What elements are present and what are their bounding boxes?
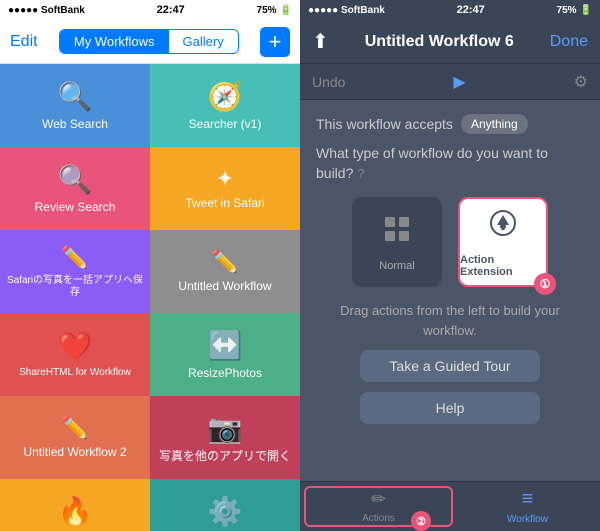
- workflow-label: Safariの写真を一括アプリへ保存: [0, 275, 150, 299]
- camera-icon: 📷: [208, 412, 243, 445]
- bottom-tab-bar: ✏ Actions ② ≡ Workflow: [300, 481, 600, 531]
- workflow-tab[interactable]: ≡ Workflow: [455, 482, 600, 531]
- content-area: This workflow accepts Anything What type…: [300, 100, 600, 481]
- pencil-icon: ✏️: [61, 245, 88, 271]
- segmented-control: My Workflows Gallery: [59, 29, 239, 54]
- status-bar-left: ●●●●● SoftBank 22:47 75% 🔋: [0, 0, 300, 20]
- question-text: What type of workflow do you want to bui…: [316, 145, 548, 181]
- list-item[interactable]: ✏️ Untitled Workflow 2: [0, 396, 150, 479]
- undo-bar: Undo ▶ ⚙: [300, 64, 600, 100]
- status-bar-right: ●●●●● SoftBank 22:47 75% 🔋: [300, 0, 600, 20]
- left-panel: ●●●●● SoftBank 22:47 75% 🔋 Edit My Workf…: [0, 0, 300, 531]
- carrier-right: ●●●●● SoftBank: [308, 5, 385, 16]
- actions-icon: ✏: [371, 489, 386, 510]
- badge-2: ②: [411, 511, 431, 531]
- gear-icon: ⚙️: [208, 495, 243, 528]
- list-item[interactable]: 🔥 Photos to GIF: [0, 479, 150, 531]
- nav-bar-left: Edit My Workflows Gallery +: [0, 20, 300, 64]
- search-icon: 🔍: [58, 80, 93, 113]
- workflow-label: Tweet in Safari: [179, 196, 270, 210]
- normal-icon: [381, 213, 413, 252]
- list-item[interactable]: 🔍 Review Search: [0, 147, 150, 230]
- badge-1: ①: [534, 273, 556, 295]
- add-workflow-button[interactable]: +: [260, 27, 290, 57]
- question-icon: ?: [357, 166, 364, 181]
- workflow-label: Review Search: [29, 200, 122, 214]
- carrier-left: ●●●●● SoftBank: [8, 5, 85, 16]
- battery-icon-right: 🔋: [580, 5, 592, 16]
- accepts-row: This workflow accepts Anything: [316, 114, 584, 134]
- workflow-label: Untitled Workflow 2: [17, 445, 132, 459]
- normal-type-option[interactable]: Normal: [352, 197, 442, 287]
- status-icons-right: 75% 🔋: [557, 5, 592, 16]
- workflow-grid: 🔍 Web Search 🧭 Searcher (v1) 🔍 Review Se…: [0, 64, 300, 531]
- workflow-label: 写真を他のアプリで開く: [153, 449, 297, 463]
- pencil-icon: ✏️: [61, 415, 88, 441]
- list-item[interactable]: ⚙️ 画像をダウンロード: [150, 479, 300, 531]
- my-workflows-tab[interactable]: My Workflows: [60, 30, 169, 53]
- actions-tab-label: Actions: [362, 513, 395, 524]
- help-button[interactable]: Help: [360, 392, 540, 424]
- list-item[interactable]: ↔️ ResizePhotos: [150, 313, 300, 396]
- undo-label[interactable]: Undo: [312, 74, 345, 90]
- resize-icon: ↔️: [208, 329, 243, 362]
- fire-icon: 🔥: [58, 495, 93, 528]
- workflow-label: ShareHTML for Workflow: [13, 367, 137, 379]
- time-right: 22:47: [457, 4, 485, 16]
- battery-pct-left: 75%: [257, 5, 277, 16]
- workflow-icon: ≡: [522, 488, 534, 511]
- share-icon[interactable]: ⬆: [312, 29, 329, 54]
- actions-tab[interactable]: ✏ Actions ②: [304, 486, 453, 527]
- workflow-label: Web Search: [36, 117, 114, 131]
- list-item[interactable]: ✏️ Untitled Workflow: [150, 230, 300, 313]
- battery-pct-right: 75%: [557, 5, 577, 16]
- settings-icon[interactable]: ⚙: [574, 72, 588, 92]
- right-panel: ●●●●● SoftBank 22:47 75% 🔋 ⬆ Untitled Wo…: [300, 0, 600, 531]
- done-button[interactable]: Done: [550, 33, 588, 51]
- gallery-tab[interactable]: Gallery: [169, 30, 238, 53]
- status-icons-left: 75% 🔋: [257, 5, 292, 16]
- action-ext-icon: [487, 207, 519, 246]
- workflow-type-row: Normal Action Extension ①: [316, 197, 584, 287]
- guided-tour-button[interactable]: Take a Guided Tour: [360, 350, 540, 382]
- workflow-title: Untitled Workflow 6: [365, 33, 514, 51]
- compass-icon: 🧭: [208, 80, 243, 113]
- workflow-label: Untitled Workflow: [172, 279, 277, 293]
- sparkle-icon: ✦: [216, 166, 234, 192]
- heart-icon: ❤️: [58, 330, 93, 363]
- search-icon: 🔍: [58, 163, 93, 196]
- anything-badge[interactable]: Anything: [461, 114, 528, 134]
- workflow-tab-label: Workflow: [507, 514, 548, 525]
- question-row: What type of workflow do you want to bui…: [316, 144, 584, 183]
- accepts-text: This workflow accepts: [316, 116, 453, 132]
- edit-button[interactable]: Edit: [10, 33, 38, 51]
- list-item[interactable]: ❤️ ShareHTML for Workflow: [0, 313, 150, 396]
- list-item[interactable]: ✦ Tweet in Safari: [150, 147, 300, 230]
- drag-instructions-text: Drag actions from the left to build your…: [316, 301, 584, 340]
- time-left: 22:47: [157, 4, 185, 16]
- battery-icon-left: 🔋: [280, 5, 292, 16]
- action-ext-label: Action Extension: [460, 254, 546, 278]
- list-item[interactable]: 🧭 Searcher (v1): [150, 64, 300, 147]
- play-button[interactable]: ▶: [453, 72, 465, 92]
- list-item[interactable]: ✏️ Safariの写真を一括アプリへ保存: [0, 230, 150, 313]
- normal-label: Normal: [379, 260, 414, 272]
- nav-bar-right: ⬆ Untitled Workflow 6 Done: [300, 20, 600, 64]
- action-extension-type-option[interactable]: Action Extension ①: [458, 197, 548, 287]
- pencil-icon: ✏️: [211, 249, 238, 275]
- workflow-label: ResizePhotos: [182, 366, 268, 380]
- workflow-label: Searcher (v1): [183, 117, 268, 131]
- list-item[interactable]: 📷 写真を他のアプリで開く: [150, 396, 300, 479]
- list-item[interactable]: 🔍 Web Search: [0, 64, 150, 147]
